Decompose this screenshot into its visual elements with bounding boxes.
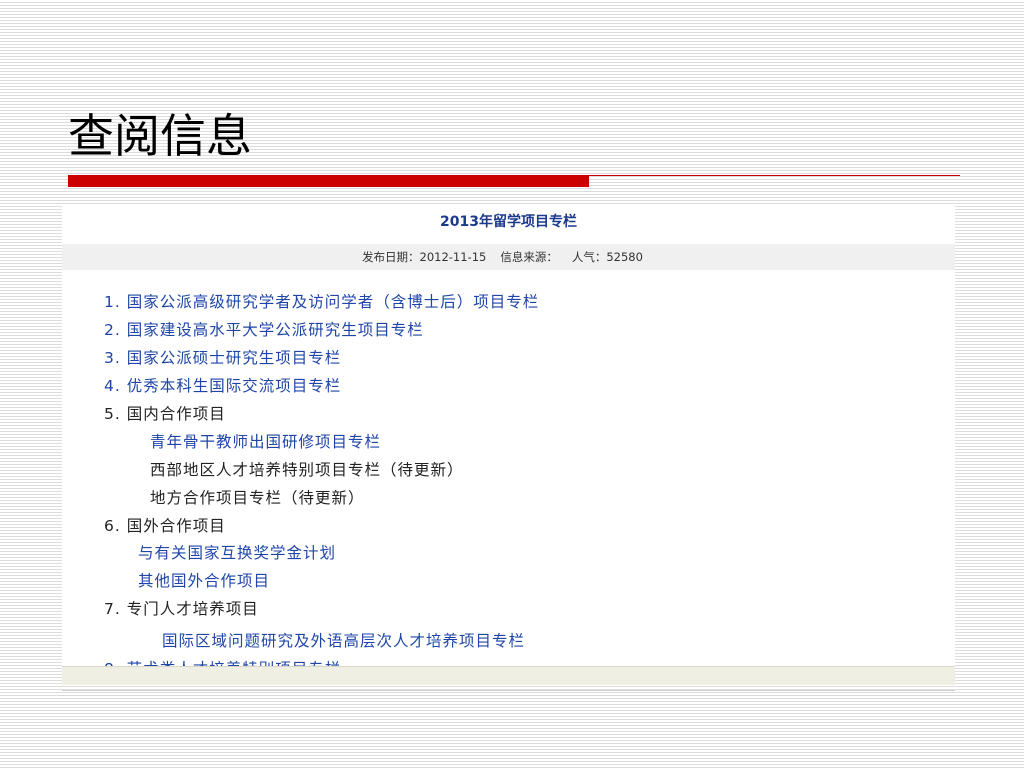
program-link-scholarship-exchange[interactable]: 与有关国家互换奖学金计划	[138, 542, 336, 564]
program-list: 1. 国家公派高级研究学者及访问学者（含博士后）项目专栏 2. 国家建设高水平大…	[62, 206, 955, 666]
program-link-senior-scholars[interactable]: 1. 国家公派高级研究学者及访问学者（含博士后）项目专栏	[104, 291, 539, 313]
program-item-western-region: 西部地区人才培养特别项目专栏（待更新）	[150, 461, 464, 479]
webpage-footer-strip	[62, 666, 955, 685]
program-link-art-talents-partial[interactable]: 8. 艺术类人才培养特别项目专栏	[104, 658, 341, 666]
program-link-high-level-university[interactable]: 2. 国家建设高水平大学公派研究生项目专栏	[104, 319, 424, 341]
title-underline-thick	[68, 175, 589, 187]
slide-title: 查阅信息	[68, 109, 252, 163]
webpage-screenshot: 2013年留学项目专栏 发布日期：2012-11-15 信息来源： 人气：52580…	[62, 206, 955, 666]
bottom-divider	[62, 690, 955, 691]
program-link-other-foreign[interactable]: 其他国外合作项目	[138, 570, 270, 592]
program-link-undergraduate-exchange[interactable]: 4. 优秀本科生国际交流项目专栏	[104, 375, 341, 397]
section-domestic-cooperation: 5. 国内合作项目	[104, 405, 226, 423]
title-underline-thin	[589, 175, 960, 176]
program-link-regional-studies[interactable]: 国际区域问题研究及外语高层次人才培养项目专栏	[162, 630, 525, 652]
program-link-master-students[interactable]: 3. 国家公派硕士研究生项目专栏	[104, 347, 341, 369]
program-link-young-teachers[interactable]: 青年骨干教师出国研修项目专栏	[150, 431, 381, 453]
program-item-local-cooperation: 地方合作项目专栏（待更新）	[150, 489, 365, 507]
section-special-talents: 7. 专门人才培养项目	[104, 600, 259, 618]
section-foreign-cooperation: 6. 国外合作项目	[104, 517, 226, 535]
